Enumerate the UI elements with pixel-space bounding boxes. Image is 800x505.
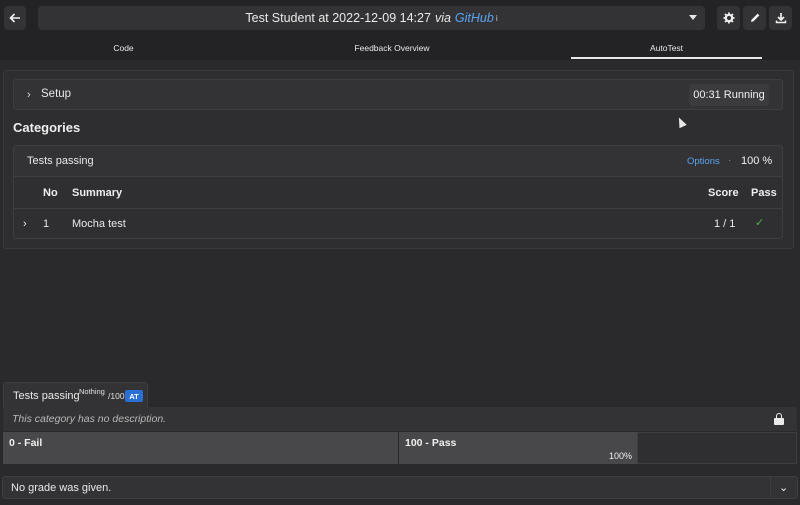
submission-title: Test Student at 2022-12-09 14:27: [245, 11, 431, 25]
submission-select[interactable]: Test Student at 2022-12-09 14:27 via Git…: [38, 6, 705, 30]
chevron-right-icon: ›: [27, 89, 31, 101]
grade-divider: [770, 477, 771, 498]
view-tabs: Code Feedback Overview AutoTest: [0, 36, 800, 60]
download-icon: [775, 13, 786, 24]
separator-dot: ·: [728, 155, 732, 166]
category-card: Tests passing Options · 100 % No Summary…: [13, 145, 783, 239]
rubric-item-label: 0 - Fail: [9, 437, 43, 449]
category-name: Tests passing: [27, 155, 94, 167]
tab-code[interactable]: Code: [0, 36, 247, 60]
chevron-down-icon[interactable]: ⌄: [779, 481, 788, 494]
table-divider: [14, 208, 782, 209]
setup-label: Setup: [41, 88, 72, 100]
rubric-description-bar: This category has no description.: [3, 407, 797, 431]
rubric-item-percent: 100%: [608, 451, 632, 461]
category-percent: 100 %: [741, 155, 773, 167]
row-summary[interactable]: Mocha test: [72, 218, 126, 230]
caret-down-icon: [689, 15, 697, 20]
categories-heading: Categories: [13, 120, 81, 135]
pencil-icon: [750, 13, 759, 22]
tab-feedback-overview[interactable]: Feedback Overview: [247, 36, 537, 60]
info-icon[interactable]: i: [496, 14, 498, 23]
tab-code-label: Code: [113, 43, 134, 53]
row-expand-icon[interactable]: ›: [23, 218, 27, 230]
category-header: Tests passing Options · 100 %: [14, 146, 782, 177]
row-score: 1 / 1: [714, 218, 736, 230]
grade-text: No grade was given.: [11, 482, 112, 494]
rubric-item-empty: [637, 432, 797, 464]
edit-button[interactable]: [743, 6, 766, 30]
rubric-tab-sup: Nothing: [79, 387, 105, 396]
rubric-item-pass[interactable]: 100 - Pass 100%: [399, 432, 637, 464]
lock-icon[interactable]: [774, 413, 784, 425]
setup-collapse[interactable]: › Setup: [13, 79, 783, 110]
row-number: 1: [43, 218, 50, 230]
run-status-badge: 00:31 Running: [689, 84, 769, 106]
autotest-badge: AT: [125, 390, 143, 402]
tab-autotest[interactable]: AutoTest: [571, 36, 762, 60]
grade-bar[interactable]: No grade was given. ⌄: [2, 476, 798, 499]
column-summary: Summary: [72, 187, 123, 199]
rubric-category-tab[interactable]: Tests passing Nothing /100 AT: [3, 382, 148, 407]
gear-icon: [723, 12, 734, 24]
github-link[interactable]: GitHub: [455, 11, 494, 25]
pass-check-icon: ✓: [755, 217, 765, 229]
settings-button[interactable]: [717, 6, 740, 30]
rubric-description: This category has no description.: [12, 413, 167, 425]
rubric-tab-max: /100: [108, 391, 125, 401]
rubric-item-label: 100 - Pass: [405, 437, 457, 449]
column-no: No: [43, 187, 58, 199]
column-score: Score: [708, 187, 739, 199]
tab-autotest-label: AutoTest: [649, 43, 684, 53]
back-button[interactable]: [4, 6, 26, 30]
rubric-item-fail[interactable]: 0 - Fail: [3, 432, 398, 464]
options-link[interactable]: Options: [687, 156, 720, 167]
download-button[interactable]: [769, 6, 792, 30]
rubric-tab-title: Tests passing: [13, 390, 80, 402]
column-pass: Pass: [751, 187, 777, 199]
via-label: via: [434, 11, 451, 25]
tab-feedback-overview-label: Feedback Overview: [354, 43, 430, 53]
arrow-left-icon: [9, 13, 20, 23]
